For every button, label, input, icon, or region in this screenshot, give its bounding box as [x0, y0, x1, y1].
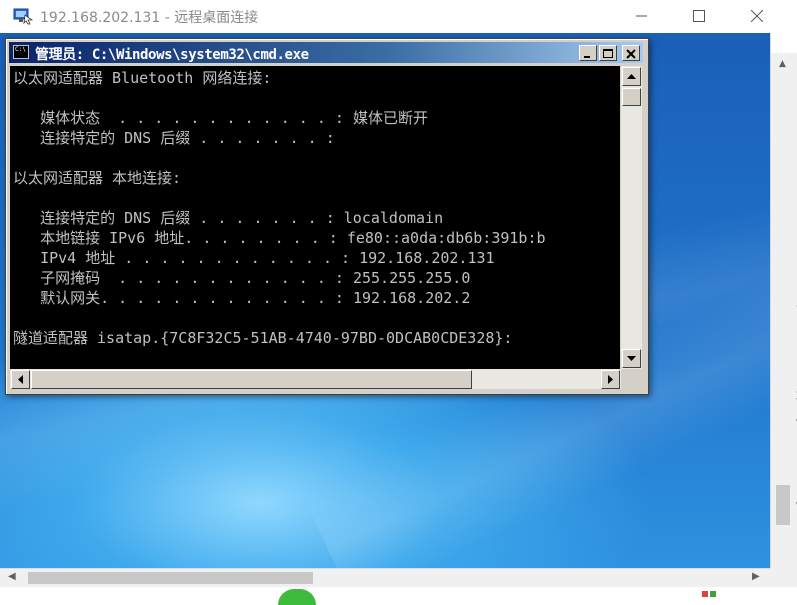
cmd-title: 管理员: C:\Windows\system32\cmd.exe — [35, 47, 309, 63]
taskbar-app-icon[interactable] — [700, 589, 720, 597]
cmd-maximize-button[interactable] — [599, 45, 617, 61]
window-title: 192.168.202.131 - 远程桌面连接 — [40, 10, 259, 26]
rdp-titlebar: 192.168.202.131 - 远程桌面连接 — [0, 0, 797, 33]
arrow-right-icon — [608, 375, 613, 384]
scroll-thumb[interactable] — [28, 572, 313, 584]
console-line: IPv4 地址 . . . . . . . . . . . . : 192.16… — [13, 249, 495, 267]
console-line: 隧道适配器 isatap.{7C8F32C5-51AB-4740-97BD-0D… — [13, 329, 513, 347]
scroll-left-button[interactable] — [11, 370, 30, 389]
cmd-minimize-button[interactable] — [579, 45, 597, 61]
scroll-right-icon[interactable]: ▶ — [752, 571, 760, 582]
cmd-close-button[interactable] — [622, 45, 640, 61]
vertical-scrollbar[interactable]: ▲ ▼ — [774, 53, 796, 582]
window-edge — [771, 33, 797, 53]
console-line: 默认网关. . . . . . . . . . . . . : 192.168.… — [13, 289, 471, 307]
console-line: 连接特定的 DNS 后缀 . . . . . . . : localdomain — [13, 209, 444, 227]
console-line: 以太网适配器 Bluetooth 网络连接: — [13, 69, 272, 87]
scroll-thumb[interactable] — [776, 485, 790, 525]
scroll-down-button[interactable] — [622, 349, 641, 368]
console-vertical-scrollbar[interactable] — [621, 66, 642, 369]
console-line: 本地链接 IPv6 地址. . . . . . . . : fe80::a0da… — [13, 229, 546, 247]
scroll-thumb[interactable] — [31, 370, 472, 389]
resize-grip[interactable] — [621, 369, 642, 389]
scroll-thumb[interactable] — [622, 88, 641, 106]
console-line: 以太网适配器 本地连接: — [13, 169, 182, 187]
console-horizontal-scrollbar[interactable] — [10, 369, 621, 389]
arrow-left-icon — [18, 375, 23, 384]
close-button[interactable] — [734, 0, 780, 33]
maximize-button[interactable] — [676, 0, 722, 33]
minimize-button[interactable] — [619, 0, 665, 33]
scroll-up-icon[interactable]: ▲ — [779, 59, 786, 69]
console-output[interactable]: 以太网适配器 Bluetooth 网络连接: 媒体状态 . . . . . . … — [10, 66, 620, 369]
close-icon — [751, 10, 763, 22]
maximize-icon — [603, 49, 613, 58]
close-icon — [626, 49, 636, 59]
console-line: 媒体状态 . . . . . . . . . . . . : 媒体已断开 — [13, 109, 428, 127]
arrow-up-icon — [627, 74, 636, 79]
cmd-titlebar[interactable]: C:\ 管理员: C:\Windows\system32\cmd.exe — [9, 42, 643, 63]
background-window-strip[interactable]: e 面 戈 电 当 电 ▲ ▼ — [770, 33, 797, 582]
minimize-icon — [636, 15, 647, 17]
remote-desktop-icon — [13, 8, 33, 25]
console-line: 子网掩码 . . . . . . . . . . . . : 255.255.2… — [13, 269, 471, 287]
maximize-icon — [693, 10, 705, 22]
scroll-up-button[interactable] — [622, 67, 641, 86]
minimize-icon — [584, 56, 590, 58]
console-line: 连接特定的 DNS 后缀 . . . . . . . : — [13, 129, 335, 147]
scroll-right-button[interactable] — [601, 370, 620, 389]
taskbar-edge — [0, 587, 797, 597]
arrow-down-icon — [627, 356, 636, 361]
cmd-icon: C:\ — [13, 45, 29, 59]
cmd-window[interactable]: C:\ 管理员: C:\Windows\system32\cmd.exe 以太网… — [5, 38, 649, 395]
cmd-icon-text: C:\ — [15, 46, 26, 53]
horizontal-scrollbar[interactable]: ◀ ▶ — [0, 568, 770, 587]
scroll-left-icon[interactable]: ◀ — [8, 571, 16, 582]
